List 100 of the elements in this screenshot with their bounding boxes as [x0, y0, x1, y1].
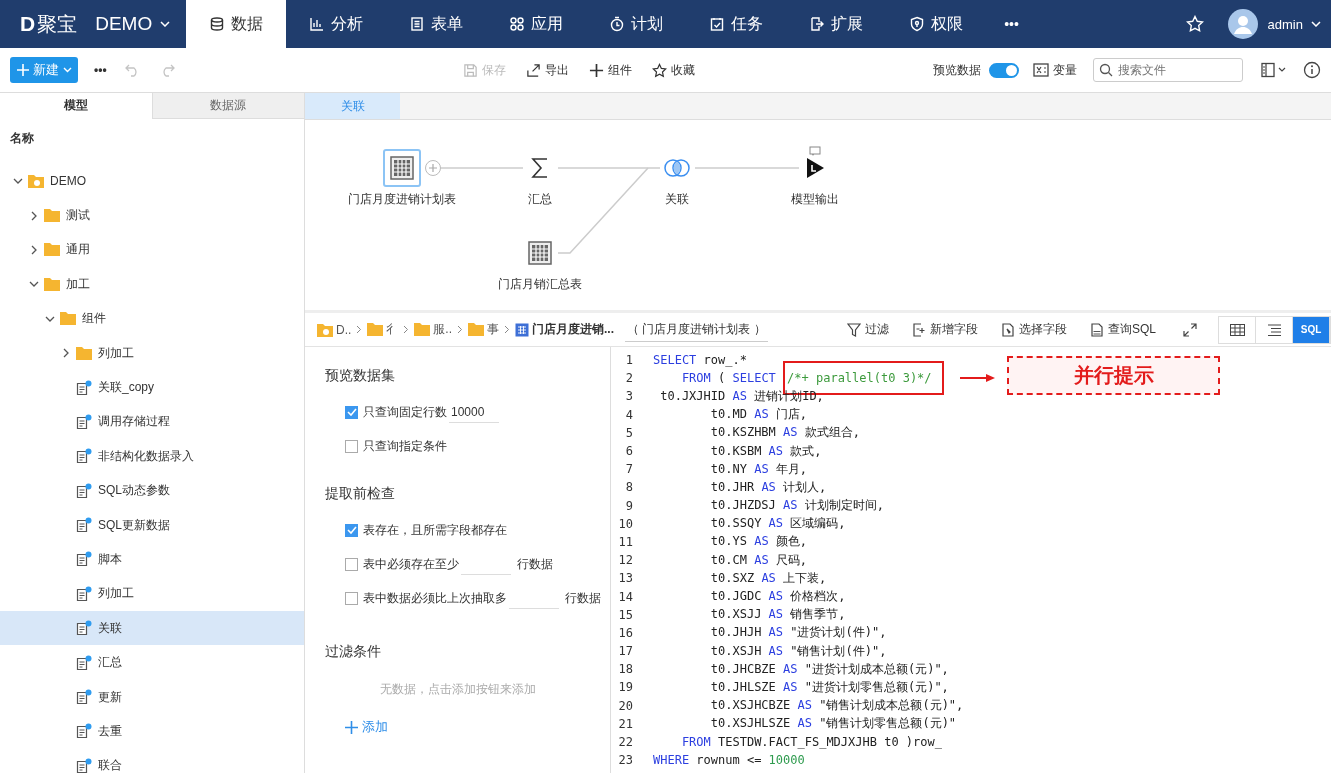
- more-button[interactable]: •••: [986, 16, 1037, 32]
- tree-item[interactable]: DEMO: [0, 164, 304, 199]
- section-title: 过滤条件: [325, 643, 382, 661]
- toolbar-button[interactable]: 新增字段: [912, 321, 978, 338]
- code-line: t0.JHCBZE AS "进货计划成本总额(元)",: [709, 661, 949, 676]
- line-number: 14: [617, 589, 633, 604]
- tree-item[interactable]: SQL更新数据: [0, 507, 304, 543]
- code-line: SELECT row_.*: [653, 353, 747, 368]
- code-line: t0.SXZ AS 上下装,: [709, 570, 827, 585]
- tree-item[interactable]: 列加工: [0, 335, 304, 371]
- line-number: 10: [617, 516, 633, 531]
- line-number: 1: [624, 353, 633, 368]
- tree-item[interactable]: 加工: [0, 267, 304, 302]
- toolbar-button[interactable]: 组件: [588, 61, 632, 79]
- sidebar-tab[interactable]: 数据源: [151, 93, 304, 119]
- code-line: t0.JHR AS 计划人,: [709, 479, 827, 494]
- nav-tab[interactable]: 应用: [486, 0, 587, 48]
- option-label: 只查询固定行数: [363, 403, 447, 421]
- line-number: 9: [624, 498, 633, 513]
- line-number: 8: [624, 480, 633, 495]
- option-label: 行数据: [565, 589, 601, 607]
- node-label: 关联: [665, 191, 689, 208]
- tree-item[interactable]: 调用存储过程: [0, 404, 304, 440]
- line-number: 15: [617, 607, 633, 622]
- line-number: 18: [617, 662, 633, 677]
- breadcrumb-item[interactable]: D..: [317, 322, 352, 337]
- tree-item[interactable]: 去重: [0, 714, 304, 749]
- code-line: t0.JGDC AS 价格档次,: [709, 589, 846, 604]
- code-line: t0.JHZDSJ AS 计划制定时间,: [709, 498, 884, 513]
- tree-item[interactable]: 脚本: [0, 542, 304, 577]
- tree-item[interactable]: 组件: [0, 301, 304, 336]
- line-number: 4: [624, 407, 633, 422]
- code-line: t0.MD AS 门店,: [709, 407, 808, 422]
- search-field[interactable]: 搜索文件: [1093, 58, 1243, 82]
- code-line: FROM TESTDW.FACT_FS_MDJXJHB t0 )row_: [680, 735, 942, 750]
- toolbar-button[interactable]: 过滤: [847, 321, 889, 338]
- tree-item[interactable]: 通用: [0, 232, 304, 268]
- code-line: t0.XSJJ AS 销售季节,: [709, 607, 846, 622]
- variables-button[interactable]: 变量: [1033, 61, 1077, 79]
- line-number: 23: [617, 753, 633, 768]
- node-label: 模型输出: [791, 191, 839, 208]
- alias-field[interactable]: （ 门店月度进销计划表 ）: [625, 317, 768, 342]
- tree-item[interactable]: 非结构化数据录入: [0, 439, 304, 474]
- node-label: 门店月销汇总表: [498, 276, 582, 293]
- node-label: 汇总: [528, 191, 552, 208]
- line-number: 22: [617, 735, 633, 750]
- line-number: 3: [624, 389, 633, 404]
- line-number: 6: [624, 444, 633, 459]
- toolbar-button[interactable]: 选择字段: [1001, 321, 1067, 338]
- line-number: 20: [617, 698, 633, 713]
- logo-letter: D: [20, 12, 36, 36]
- tree-item[interactable]: 关联: [0, 611, 304, 646]
- option-label: 表中数据必须比上次抽取多: [363, 589, 507, 607]
- option-label: 行数据: [517, 555, 553, 573]
- line-number: 2: [624, 371, 633, 386]
- option-label: 表中必须存在至少: [363, 555, 459, 573]
- nav-tab[interactable]: 数据: [186, 0, 287, 48]
- nav-tab[interactable]: 权限: [886, 0, 987, 48]
- nav-tab[interactable]: 分析: [286, 0, 387, 48]
- line-number: 19: [617, 680, 633, 695]
- breadcrumb-item[interactable]: 事: [468, 321, 499, 338]
- tree-item[interactable]: 关联_copy: [0, 370, 304, 405]
- nav-tab[interactable]: 计划: [586, 0, 687, 48]
- line-number: 7: [624, 462, 633, 477]
- breadcrumb-item[interactable]: 门店月度进销...: [515, 321, 615, 338]
- line-number: 5: [624, 425, 633, 440]
- tree-item[interactable]: 列加工: [0, 576, 304, 612]
- breadcrumb-item[interactable]: 服..: [414, 321, 452, 338]
- code-line: FROM ( SELECT: [680, 371, 777, 386]
- nav-tab[interactable]: 表单: [386, 0, 487, 48]
- sql-view-button[interactable]: SQL: [1293, 316, 1330, 343]
- code-line: t0.JHLSZE AS "进货计划零售总额(元)",: [709, 679, 949, 694]
- code-line: t0.CM AS 尺码,: [709, 552, 808, 567]
- tree-item[interactable]: 联合: [0, 748, 304, 773]
- toolbar-button[interactable]: 收藏: [651, 61, 695, 79]
- column-header: 名称: [9, 130, 35, 147]
- toggle-label: 预览数据: [933, 61, 981, 79]
- line-number: 17: [617, 644, 633, 659]
- section-title: 预览数据集: [325, 367, 396, 385]
- code-line: t0.XSJH AS "销售计划(件)",: [709, 643, 887, 658]
- code-line: t0.SSQY AS 区域编码,: [709, 516, 846, 531]
- nav-tab[interactable]: 扩展: [786, 0, 887, 48]
- code-line: t0.KSZHBM AS 款式组合,: [709, 425, 860, 440]
- nav-tab[interactable]: 任务: [686, 0, 787, 48]
- annotation-label: 并行提示: [1007, 356, 1220, 395]
- add-link[interactable]: 添加: [345, 718, 388, 736]
- tree-item[interactable]: 更新: [0, 679, 304, 715]
- breadcrumb-item[interactable]: 彳: [367, 321, 399, 338]
- code-line: WHERE rownum <= 10000: [653, 753, 805, 768]
- option-label: 只查询指定条件: [363, 437, 447, 455]
- more-button[interactable]: •••: [94, 63, 107, 77]
- project-dropdown[interactable]: DEMO: [95, 13, 171, 35]
- tree-item[interactable]: 汇总: [0, 645, 304, 680]
- toolbar-button[interactable]: 查询SQL: [1090, 321, 1156, 338]
- empty-message: 无数据，点击添加按钮来添加: [378, 681, 537, 698]
- user-name[interactable]: admin: [1267, 16, 1303, 32]
- code-line: t0.NY AS 年月,: [709, 461, 808, 476]
- tree-item[interactable]: 测试: [0, 198, 304, 233]
- toolbar-button[interactable]: 导出: [525, 61, 569, 79]
- tree-item[interactable]: SQL动态参数: [0, 473, 304, 508]
